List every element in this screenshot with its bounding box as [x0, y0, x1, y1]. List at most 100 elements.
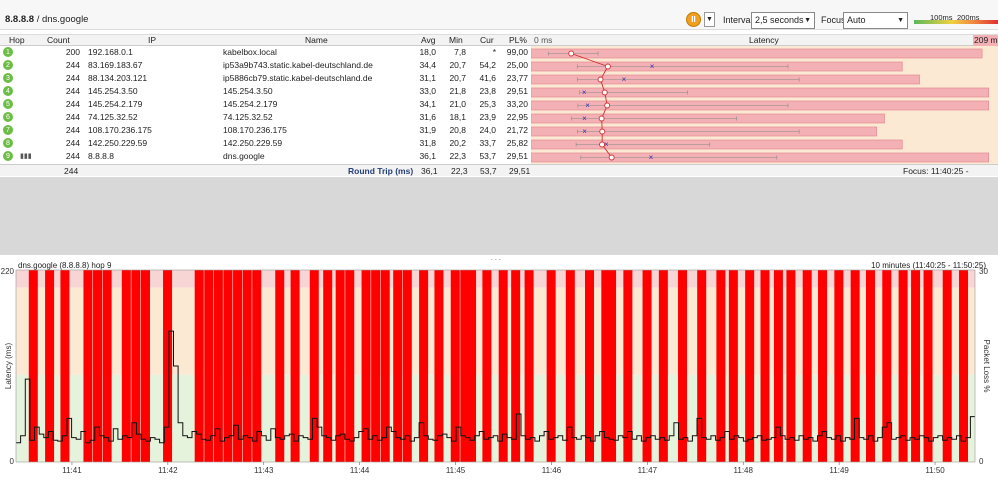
cell-avg: 31,8 — [419, 138, 436, 148]
interval-select[interactable]: 2,5 seconds ▼ — [751, 12, 815, 29]
table-row[interactable]: 3 244 88.134.203.121 ip5886cb79.static.kabe… — [0, 73, 998, 84]
grid-header: Hop Count IP Name Avg Min Cur PL% 0 ms L… — [0, 34, 998, 46]
cell-ip: 145.254.3.50 — [88, 86, 138, 96]
table-row[interactable]: 6 244 74.125.32.52 74.125.32.52 31,6 18,1 23,9… — [0, 112, 998, 123]
focus-label: Focus — [821, 15, 846, 25]
footer-min: 22,3 — [451, 166, 468, 176]
col-count[interactable]: Count — [47, 35, 70, 46]
cell-pl: 21,72 — [506, 125, 528, 135]
chart-title: dns.google (8.8.8.8) hop 9 — [18, 261, 112, 270]
packet-loss-bar — [83, 270, 93, 462]
packet-loss-bar — [275, 270, 285, 462]
timeline-chart: dns.google (8.8.8.8) hop 9 10 minutes (1… — [0, 260, 998, 478]
packet-loss-bar — [898, 270, 908, 462]
cell-pl: 29,51 — [506, 151, 528, 161]
packet-loss-bar — [524, 270, 534, 462]
col-name[interactable]: Name — [305, 35, 328, 46]
cell-pl: 25,00 — [506, 60, 528, 70]
packet-loss-bar — [434, 270, 444, 462]
cell-avg: 31,6 — [419, 112, 436, 122]
packet-loss-bar — [834, 270, 844, 462]
hop-number: 8 — [3, 138, 13, 148]
packet-loss-bar — [204, 270, 214, 462]
cell-count: 244 — [65, 73, 80, 83]
cell-avg: 31,1 — [419, 73, 436, 83]
table-row[interactable]: 7 244 108.170.236.175 108.170.236.175 31,9 20… — [0, 125, 998, 136]
x-tick-label: 11:48 — [734, 466, 754, 475]
packet-loss-bar — [882, 270, 892, 462]
table-row[interactable]: 8 244 142.250.229.59 142.250.229.59 31,8 20,2… — [0, 138, 998, 149]
cell-ip: 74.125.32.52 — [88, 112, 138, 122]
cell-name: 74.125.32.52 — [223, 112, 273, 122]
cell-count: 244 — [65, 60, 80, 70]
cell-cur: 23,8 — [479, 86, 496, 96]
hop-number: 6 — [3, 112, 13, 122]
packet-loss-bar — [140, 270, 150, 462]
latency-zone — [16, 270, 975, 288]
table-row[interactable]: 2 244 83.169.183.67 ip53a9b743.static.kabel… — [0, 60, 998, 71]
cell-ip: 83.169.183.67 — [88, 60, 143, 70]
pause-icon[interactable]: II — [686, 12, 701, 27]
x-tick-label: 11:50 — [925, 466, 945, 475]
cell-cur: 33,7 — [479, 138, 496, 148]
packet-loss-bar — [802, 270, 812, 462]
cell-count: 244 — [65, 112, 80, 122]
latency-zone — [16, 287, 975, 375]
hop-number: 4 — [3, 86, 13, 96]
packet-loss-bar — [786, 270, 796, 462]
packet-loss-bar — [393, 270, 403, 462]
chevron-down-icon[interactable]: ▼ — [704, 12, 715, 27]
cell-ip: 192.168.0.1 — [88, 47, 133, 57]
x-tick-label: 11:46 — [542, 466, 562, 475]
cell-min: 21,8 — [449, 86, 466, 96]
cell-avg: 18,0 — [419, 47, 436, 57]
chevron-down-icon: ▼ — [804, 17, 811, 24]
cell-ip: 8.8.8.8 — [88, 151, 114, 161]
focus-select[interactable]: Auto ▼ — [843, 12, 908, 29]
packet-loss-bar — [121, 270, 131, 462]
cell-cur: 41,6 — [479, 73, 496, 83]
packet-loss-bar — [233, 270, 243, 462]
col-ip[interactable]: IP — [148, 35, 156, 46]
packet-loss-bar — [371, 270, 381, 462]
hop-number: 5 — [3, 99, 13, 109]
cell-avg: 31,9 — [419, 125, 436, 135]
packet-loss-bar — [716, 270, 726, 462]
chevron-down-icon: ▼ — [897, 17, 904, 24]
table-row[interactable]: 5 244 145.254.2.179 145.254.2.179 34,1 21,0 25… — [0, 99, 998, 110]
timeline-svg: 11:41 11:42 11:43 11:44 11:45 11:46 11:47 11:48… — [1, 267, 991, 475]
packet-loss-bar — [60, 270, 70, 462]
table-row[interactable]: 9 244 8.8.8.8 dns.google 36,1 22,3 53,7 29,51 ▮▮… — [0, 151, 998, 162]
packet-loss-bar — [658, 270, 668, 462]
packet-loss-bar — [450, 270, 460, 462]
y-tick-label: 0 — [10, 457, 15, 466]
packet-loss-bar — [607, 270, 617, 462]
cell-cur: 54,2 — [479, 60, 496, 70]
cell-name: ip5886cb79.static.kabel-deutschland.de — [223, 73, 373, 83]
col-avg[interactable]: Avg — [421, 35, 436, 46]
target-ip: 8.8.8.8 — [5, 14, 35, 25]
col-pl[interactable]: PL% — [509, 35, 527, 46]
interval-value: 2,5 seconds — [755, 15, 804, 25]
packet-loss-bar — [923, 270, 933, 462]
cell-min: 7,8 — [454, 47, 466, 57]
col-hop[interactable]: Hop — [9, 35, 25, 46]
x-tick-label: 11:42 — [158, 466, 178, 475]
col-cur[interactable]: Cur — [480, 35, 494, 46]
table-row[interactable]: 4 244 145.254.3.50 145.254.3.50 33,0 21,8 23,8… — [0, 86, 998, 97]
packet-loss-bar — [745, 270, 755, 462]
col-min[interactable]: Min — [449, 35, 463, 46]
cell-cur: 53,7 — [479, 151, 496, 161]
packet-loss-bar — [850, 270, 860, 462]
cell-name: 145.254.3.50 — [223, 86, 273, 96]
packet-loss-bar — [102, 270, 112, 462]
cell-count: 244 — [65, 86, 80, 96]
x-tick-label: 11:43 — [254, 466, 274, 475]
cell-min: 21,0 — [449, 99, 466, 109]
graph-icon[interactable]: ▮▮▮ — [20, 151, 32, 162]
table-row[interactable]: 1 200 192.168.0.1 kabelbox.local 18,0 7,8 * 99,… — [0, 47, 998, 58]
col-latency[interactable]: Latency — [749, 35, 779, 46]
cell-name: 108.170.236.175 — [223, 125, 287, 135]
packet-loss-bar — [865, 270, 875, 462]
packet-loss-bar — [498, 270, 508, 462]
